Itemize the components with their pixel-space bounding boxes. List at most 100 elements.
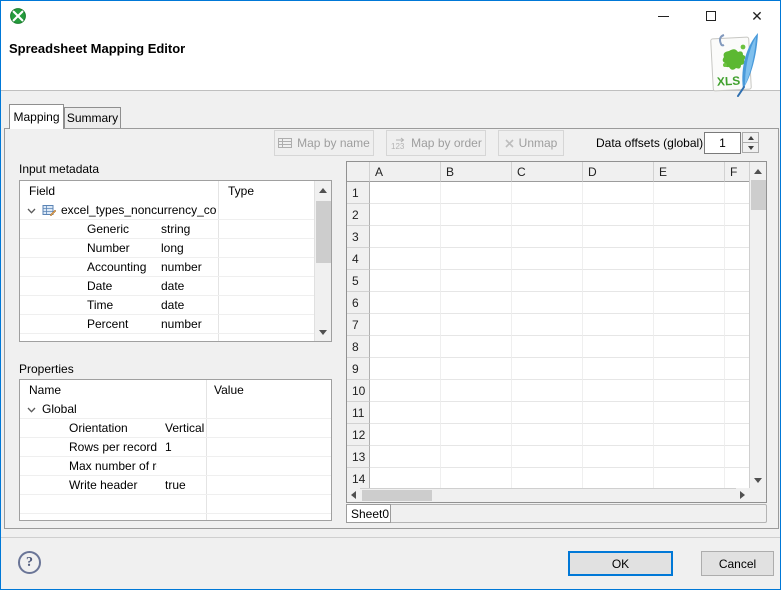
grid-column-header[interactable]: F	[725, 162, 750, 182]
grid-cell[interactable]	[654, 446, 725, 468]
grid-cell[interactable]	[512, 380, 583, 402]
grid-cell[interactable]	[583, 468, 654, 490]
grid-cell[interactable]	[441, 380, 512, 402]
data-offsets-input[interactable]	[704, 132, 741, 154]
grid-cell[interactable]	[441, 358, 512, 380]
grid-cell[interactable]	[512, 248, 583, 270]
grid-cell[interactable]	[583, 446, 654, 468]
map-by-name-button[interactable]: Map by name	[274, 130, 374, 156]
grid-cell[interactable]	[654, 226, 725, 248]
grid-column-header[interactable]: B	[441, 162, 512, 182]
grid-cell[interactable]	[370, 248, 441, 270]
grid-cell[interactable]	[725, 226, 750, 248]
grid-cell[interactable]	[441, 402, 512, 424]
unmap-button[interactable]: Unmap	[498, 130, 564, 156]
grid-cell[interactable]	[512, 226, 583, 248]
grid-cell[interactable]	[725, 446, 750, 468]
scroll-left-icon[interactable]	[347, 488, 360, 501]
ok-button[interactable]: OK	[568, 551, 673, 576]
grid-column-header[interactable]: A	[370, 162, 441, 182]
grid-cell[interactable]	[654, 248, 725, 270]
grid-cell[interactable]	[725, 402, 750, 424]
help-button[interactable]: ?	[18, 551, 41, 574]
grid-cell[interactable]	[370, 204, 441, 226]
scrollbar-thumb[interactable]	[316, 201, 331, 263]
grid-cell[interactable]	[583, 248, 654, 270]
grid-cell[interactable]	[654, 380, 725, 402]
grid-cell[interactable]	[441, 182, 512, 204]
grid-cell[interactable]	[512, 468, 583, 490]
scroll-right-icon[interactable]	[736, 488, 749, 501]
grid-row-header[interactable]: 4	[347, 248, 370, 270]
grid-row-header[interactable]: 11	[347, 402, 370, 424]
chevron-down-icon[interactable]	[27, 402, 36, 416]
metadata-root-row[interactable]: excel_types_noncurrency_con	[20, 201, 331, 220]
grid-cell[interactable]	[370, 358, 441, 380]
grid-cell[interactable]	[654, 182, 725, 204]
scrollbar-thumb[interactable]	[751, 180, 766, 210]
grid-cell[interactable]	[654, 204, 725, 226]
tab-summary[interactable]: Summary	[64, 107, 121, 128]
grid-row-header[interactable]: 7	[347, 314, 370, 336]
grid-cell[interactable]	[725, 292, 750, 314]
grid-cell[interactable]	[512, 358, 583, 380]
scroll-down-icon[interactable]	[315, 324, 331, 340]
grid-cell[interactable]	[441, 292, 512, 314]
field-row[interactable]: Percent number	[20, 315, 331, 334]
grid-cell[interactable]	[441, 446, 512, 468]
grid-row-header[interactable]: 8	[347, 336, 370, 358]
grid-cell[interactable]	[654, 270, 725, 292]
grid-cell[interactable]	[512, 446, 583, 468]
grid-cell[interactable]	[583, 270, 654, 292]
grid-row-header[interactable]: 2	[347, 204, 370, 226]
field-row[interactable]: Number long	[20, 239, 331, 258]
grid-row-header[interactable]: 5	[347, 270, 370, 292]
grid-cell[interactable]	[512, 204, 583, 226]
grid-cell[interactable]	[512, 182, 583, 204]
grid-cell[interactable]	[725, 270, 750, 292]
grid-cell[interactable]	[370, 424, 441, 446]
grid-cell[interactable]	[370, 292, 441, 314]
grid-cell[interactable]	[370, 336, 441, 358]
grid-cell[interactable]	[441, 314, 512, 336]
grid-row-header[interactable]: 14	[347, 468, 370, 490]
grid-cell[interactable]	[583, 380, 654, 402]
grid-cell[interactable]	[725, 182, 750, 204]
grid-cell[interactable]	[583, 226, 654, 248]
spinner-down-button[interactable]	[742, 142, 759, 153]
grid-cell[interactable]	[654, 336, 725, 358]
grid-cell[interactable]	[583, 204, 654, 226]
grid-cell[interactable]	[512, 292, 583, 314]
cancel-button[interactable]: Cancel	[701, 551, 774, 576]
grid-cell[interactable]	[725, 358, 750, 380]
input-metadata-scrollbar[interactable]	[314, 181, 331, 341]
field-row[interactable]: Accounting number	[20, 258, 331, 277]
grid-row-header[interactable]: 6	[347, 292, 370, 314]
grid-cell[interactable]	[370, 446, 441, 468]
grid-cell[interactable]	[441, 270, 512, 292]
sheet-tab[interactable]: Sheet0	[346, 504, 391, 523]
grid-vertical-scrollbar[interactable]	[749, 162, 766, 489]
grid-cell[interactable]	[370, 270, 441, 292]
grid-row-header[interactable]: 12	[347, 424, 370, 446]
grid-cell[interactable]	[725, 248, 750, 270]
grid-cell[interactable]	[370, 402, 441, 424]
grid-column-header[interactable]: D	[583, 162, 654, 182]
grid-cell[interactable]	[512, 270, 583, 292]
minimize-button[interactable]	[646, 1, 680, 31]
grid-cell[interactable]	[583, 182, 654, 204]
grid-row-header[interactable]: 10	[347, 380, 370, 402]
map-by-order-button[interactable]: 123 Map by order	[386, 130, 486, 156]
grid-cell[interactable]	[441, 336, 512, 358]
grid-cell[interactable]	[725, 336, 750, 358]
grid-cell[interactable]	[583, 314, 654, 336]
grid-row-header[interactable]: 9	[347, 358, 370, 380]
grid-cell[interactable]	[583, 424, 654, 446]
grid-cell[interactable]	[583, 358, 654, 380]
properties-root-row[interactable]: Global	[20, 400, 331, 419]
grid-corner-cell[interactable]	[347, 162, 370, 182]
chevron-down-icon[interactable]	[27, 203, 36, 217]
grid-cell[interactable]	[370, 468, 441, 490]
grid-cell[interactable]	[654, 402, 725, 424]
grid-cell[interactable]	[441, 424, 512, 446]
